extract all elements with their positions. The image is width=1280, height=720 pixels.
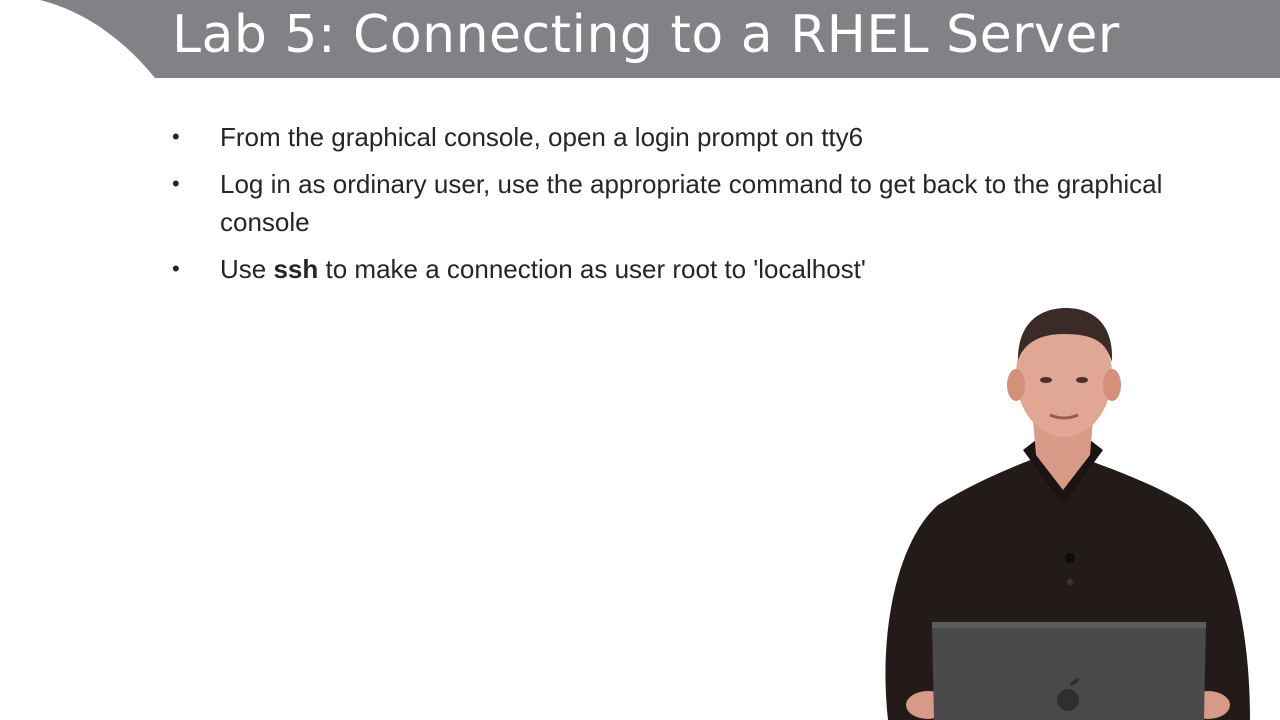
bullet-text-suffix: to make a connection as user root to 'lo… — [318, 254, 866, 284]
bullet-text-command: ssh — [273, 254, 319, 284]
presenter-video — [858, 300, 1268, 720]
title-banner: Lab 5: Connecting to a RHEL Server — [0, 0, 1280, 78]
slide: Lab 5: Connecting to a RHEL Server • Fro… — [0, 0, 1280, 720]
bullet-item-tty6: • From the graphical console, open a log… — [170, 118, 1190, 156]
bullet-text: From the graphical console, open a login… — [220, 122, 864, 152]
bullet-item-login: • Log in as ordinary user, use the appro… — [170, 165, 1190, 241]
bullet-text: Log in as ordinary user, use the appropr… — [220, 169, 1163, 237]
bullet-text-prefix: Use — [220, 254, 274, 284]
bullet-dot-icon: • — [172, 124, 180, 149]
bullet-list: • From the graphical console, open a log… — [170, 118, 1190, 297]
bullet-dot-icon: • — [172, 171, 180, 196]
slide-title: Lab 5: Connecting to a RHEL Server — [172, 5, 1120, 65]
presenter-video-icon — [885, 308, 1250, 720]
bullet-dot-icon: • — [172, 256, 180, 281]
bullet-item-ssh: • Use ssh to make a connection as user r… — [170, 250, 1190, 288]
